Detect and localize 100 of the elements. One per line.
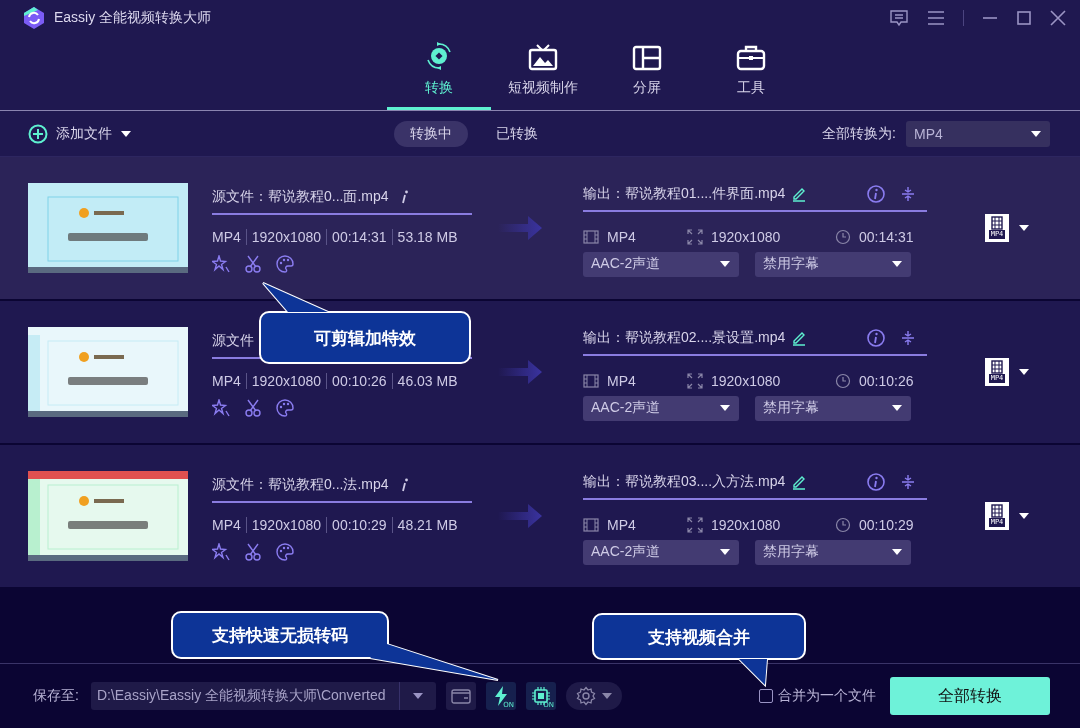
output-file-name: 输出：帮说教程03....入方法.mp4 — [583, 472, 786, 491]
compress-icon[interactable] — [901, 473, 915, 490]
caret-icon — [891, 404, 903, 412]
scissors-icon[interactable] — [244, 543, 262, 561]
info-icon[interactable] — [867, 472, 885, 491]
film-icon — [990, 504, 1004, 518]
add-file-button[interactable]: 添加文件 — [28, 123, 132, 144]
arrow-icon — [498, 503, 542, 529]
film-icon — [990, 216, 1004, 230]
nav-tab[interactable]: 工具 — [699, 36, 803, 110]
maximize-icon[interactable] — [1016, 10, 1032, 26]
output-duration: 00:14:31 — [859, 228, 914, 245]
source-file-name: 源文件：帮说教程0...面.mp4 — [212, 188, 389, 206]
nav-tab[interactable]: 分屏 — [595, 36, 699, 110]
open-folder-button[interactable] — [445, 682, 476, 710]
output-file-name: 输出：帮说教程01....件界面.mp4 — [583, 184, 786, 203]
file-size: 53.18 MB — [391, 229, 458, 245]
source-resolution: 1920x1080 — [245, 373, 322, 389]
callout-text: 可剪辑加特效 — [314, 326, 416, 349]
caret-icon[interactable] — [1019, 512, 1029, 520]
convert-all-label: 全部转换为: — [822, 124, 896, 143]
caret-icon — [1030, 129, 1042, 138]
subtitle-dropdown[interactable]: 禁用字幕 — [755, 395, 911, 421]
resolution-icon — [687, 516, 703, 533]
source-duration: 00:10:29 — [326, 517, 387, 533]
sparkle-icon[interactable] — [212, 399, 230, 417]
menu-icon[interactable] — [927, 10, 945, 26]
caret-icon[interactable] — [1019, 368, 1029, 376]
subtitle-dropdown[interactable]: 禁用字幕 — [755, 251, 911, 277]
source-resolution: 1920x1080 — [245, 229, 322, 245]
output-duration: 00:10:26 — [859, 372, 914, 389]
save-to-label: 保存至: — [33, 687, 79, 705]
scissors-icon[interactable] — [244, 255, 262, 273]
source-duration: 00:10:26 — [326, 373, 387, 389]
compress-icon[interactable] — [901, 185, 915, 202]
compress-icon[interactable] — [901, 329, 915, 346]
info-icon[interactable] — [400, 190, 409, 204]
save-path-field[interactable]: D:\Eassiy\Eassiy 全能视频转换大师\Converted — [90, 682, 436, 710]
scissors-icon[interactable] — [244, 399, 262, 417]
caret-icon — [601, 692, 612, 700]
app-logo-icon — [22, 6, 46, 30]
output-duration: 00:10:29 — [859, 516, 914, 533]
output-resolution: 1920x1080 — [711, 228, 781, 245]
caret-icon — [719, 260, 731, 268]
subtitle-dropdown[interactable]: 禁用字幕 — [755, 539, 911, 565]
filter-tab[interactable]: 转换中 — [394, 120, 468, 147]
caret-icon — [891, 548, 903, 556]
clock-icon — [835, 516, 851, 533]
source-format: MP4 — [212, 517, 241, 533]
source-resolution: 1920x1080 — [245, 517, 322, 533]
clock-icon — [835, 372, 851, 389]
palette-icon[interactable] — [276, 255, 294, 273]
output-resolution: 1920x1080 — [711, 516, 781, 533]
output-format: MP4 — [607, 516, 636, 533]
clock-icon — [835, 228, 851, 245]
arrow-icon — [498, 215, 542, 241]
source-duration: 00:14:31 — [326, 229, 387, 245]
settings-icon — [575, 686, 596, 706]
folder-icon — [450, 688, 471, 704]
sparkle-icon[interactable] — [212, 255, 230, 273]
sparkle-icon[interactable] — [212, 543, 230, 561]
info-icon[interactable] — [400, 478, 409, 492]
audio-dropdown[interactable]: AAC-2声道 — [583, 251, 739, 277]
caret-icon[interactable] — [1019, 224, 1029, 232]
palette-icon[interactable] — [276, 543, 294, 561]
settings-button[interactable] — [565, 682, 622, 710]
feedback-icon[interactable] — [889, 9, 909, 27]
toolbox-icon — [736, 43, 766, 71]
source-format: MP4 — [212, 229, 241, 245]
convert-icon — [424, 41, 454, 71]
caret-icon — [120, 129, 132, 138]
convert-all-button[interactable]: 全部转换 — [890, 677, 1050, 715]
resolution-icon — [687, 372, 703, 389]
output-format: MP4 — [607, 228, 636, 245]
source-file-name: 源文件：帮说教程0...法.mp4 — [212, 476, 389, 494]
format-dropdown[interactable]: MP4 — [906, 120, 1050, 147]
info-icon[interactable] — [867, 184, 885, 203]
audio-dropdown[interactable]: AAC-2声道 — [583, 539, 739, 565]
film-icon — [583, 373, 599, 388]
callout-text: 支持快速无损转码 — [212, 623, 348, 647]
output-file-name: 输出：帮说教程02....景设置.mp4 — [583, 328, 786, 347]
tv-icon — [528, 43, 558, 71]
close-icon[interactable] — [1050, 10, 1066, 26]
merge-checkbox[interactable] — [759, 689, 773, 703]
output-resolution: 1920x1080 — [711, 372, 781, 389]
merge-label: 合并为一个文件 — [778, 687, 876, 705]
caret-icon[interactable] — [411, 692, 424, 700]
audio-dropdown[interactable]: AAC-2声道 — [583, 395, 739, 421]
window-title: Eassiy 全能视频转换大师 — [54, 9, 212, 27]
film-icon — [583, 229, 599, 244]
source-format: MP4 — [212, 373, 241, 389]
palette-icon[interactable] — [276, 399, 294, 417]
file-size: 48.21 MB — [391, 517, 458, 533]
info-icon[interactable] — [867, 328, 885, 347]
callout-text: 支持视频合并 — [648, 625, 750, 648]
file-size: 46.03 MB — [391, 373, 458, 389]
filter-tab[interactable]: 已转换 — [480, 120, 554, 147]
nav-tab[interactable]: 短视频制作 — [491, 36, 595, 110]
output-format: MP4 — [607, 372, 636, 389]
arrow-icon — [498, 359, 542, 385]
